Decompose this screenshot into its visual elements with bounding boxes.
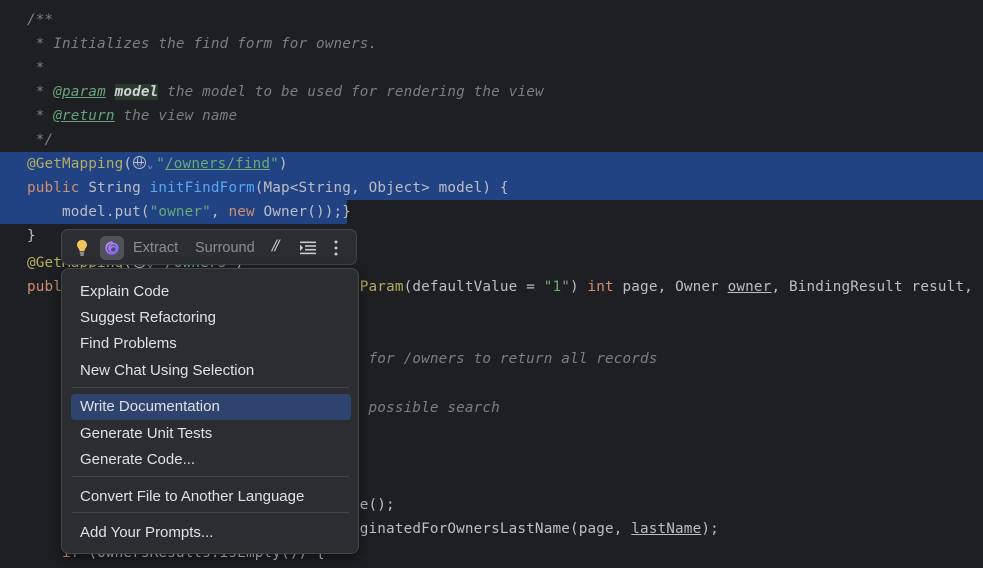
menu-separator [72, 476, 349, 477]
code-token: "owner" [149, 204, 211, 220]
menu-item-add-your-prompts[interactable]: Add Your Prompts... [71, 520, 351, 546]
code-token: * [27, 60, 45, 76]
code-token: publ [27, 279, 63, 295]
menu-item-find-problems[interactable]: Find Problems [71, 331, 351, 357]
code-token: initFindForm [149, 180, 255, 196]
code-token: " [156, 156, 166, 172]
code-token: page, Owner [622, 279, 728, 295]
code-token: Owner());} [263, 204, 352, 220]
code-token: , [210, 204, 229, 220]
code-token: ( [123, 156, 133, 172]
code-text: public String initFindForm(Map<String, O… [27, 176, 509, 200]
code-token: lastName [631, 521, 702, 537]
code-token: Param [359, 279, 404, 295]
code-text: */ [27, 128, 53, 152]
code-token: /** [27, 12, 54, 28]
code-token: @GetMapping [27, 156, 124, 172]
code-token: ) [278, 156, 288, 172]
code-token: " [270, 156, 279, 172]
code-line[interactable]: public String initFindForm(Map<String, O… [0, 176, 983, 200]
code-token: (defaultValue = [403, 279, 544, 295]
lightbulb-icon[interactable] [76, 239, 88, 257]
code-text: /** [27, 8, 53, 32]
menu-separator [72, 387, 349, 388]
menu-item-new-chat-using-selection[interactable]: New Chat Using Selection [71, 358, 351, 384]
comment-icon[interactable]: // [272, 238, 280, 254]
code-token: @return [53, 108, 115, 124]
code-text: * Initializes the find form for owners. [27, 32, 377, 56]
code-token: the model to be used for rendering the v… [158, 84, 544, 100]
code-token: the view name [114, 108, 238, 124]
code-token: new [228, 204, 264, 220]
menu-separator [72, 512, 349, 513]
code-token: ); [701, 521, 719, 537]
code-token: /owners/find [165, 156, 271, 172]
chevron-down-icon: ⌄ [147, 160, 154, 171]
code-line[interactable]: */ [0, 128, 983, 152]
ai-actions-menu: Explain Code Suggest Refactoring Find Prob… [61, 268, 359, 554]
code-text: } [27, 224, 36, 248]
code-token: String [88, 180, 150, 196]
code-text: * @return the view name [27, 104, 237, 128]
menu-item-explain-code[interactable]: Explain Code [71, 279, 351, 305]
code-text: model.put("owner", new Owner());} [27, 200, 351, 224]
code-token: * [27, 84, 54, 100]
code-token: (Map<String, Object> model) { [254, 180, 509, 196]
more-options-icon[interactable] [333, 238, 339, 258]
code-token: model [114, 84, 159, 100]
surround-action[interactable]: Surround [195, 239, 255, 257]
code-token: owner [727, 279, 772, 295]
ai-assistant-icon[interactable] [100, 236, 124, 260]
code-token: ) [570, 279, 588, 295]
code-token: public [27, 180, 89, 196]
code-token: int [587, 279, 623, 295]
code-line[interactable]: * @param model the model to be used for … [0, 80, 983, 104]
code-token: } [27, 228, 36, 244]
code-line[interactable]: * [0, 56, 983, 80]
code-token: "1" [543, 279, 570, 295]
extract-action[interactable]: Extract [133, 239, 178, 257]
code-text: @GetMapping(⌄ "/owners/find") [27, 152, 288, 178]
code-token: * Initializes the find form for owners. [27, 36, 378, 52]
code-line[interactable]: /** [0, 8, 983, 32]
floating-toolbar: Extract Surround // [61, 229, 357, 265]
code-text: * @param model the model to be used for … [27, 80, 544, 104]
reformat-icon[interactable] [300, 241, 316, 255]
code-line[interactable]: * @return the view name [0, 104, 983, 128]
globe-icon [133, 156, 147, 169]
menu-item-generate-code[interactable]: Generate Code... [71, 447, 351, 473]
code-text: * [27, 56, 45, 80]
code-line[interactable]: * Initializes the find form for owners. [0, 32, 983, 56]
code-token: , BindingResult result, [771, 279, 973, 295]
code-line[interactable]: model.put("owner", new Owner());} [0, 200, 983, 224]
code-token: @param [53, 84, 106, 100]
menu-item-suggest-refactoring[interactable]: Suggest Refactoring [71, 305, 351, 331]
code-token: */ [27, 132, 54, 148]
menu-item-generate-unit-tests[interactable]: Generate Unit Tests [71, 421, 351, 447]
code-token: model.put( [27, 204, 150, 220]
code-token: * [27, 108, 54, 124]
menu-item-write-documentation[interactable]: Write Documentation [71, 394, 351, 420]
menu-item-convert-file-to-another-language[interactable]: Convert File to Another Language [71, 484, 351, 510]
code-line[interactable]: @GetMapping(⌄ "/owners/find") [0, 152, 983, 176]
